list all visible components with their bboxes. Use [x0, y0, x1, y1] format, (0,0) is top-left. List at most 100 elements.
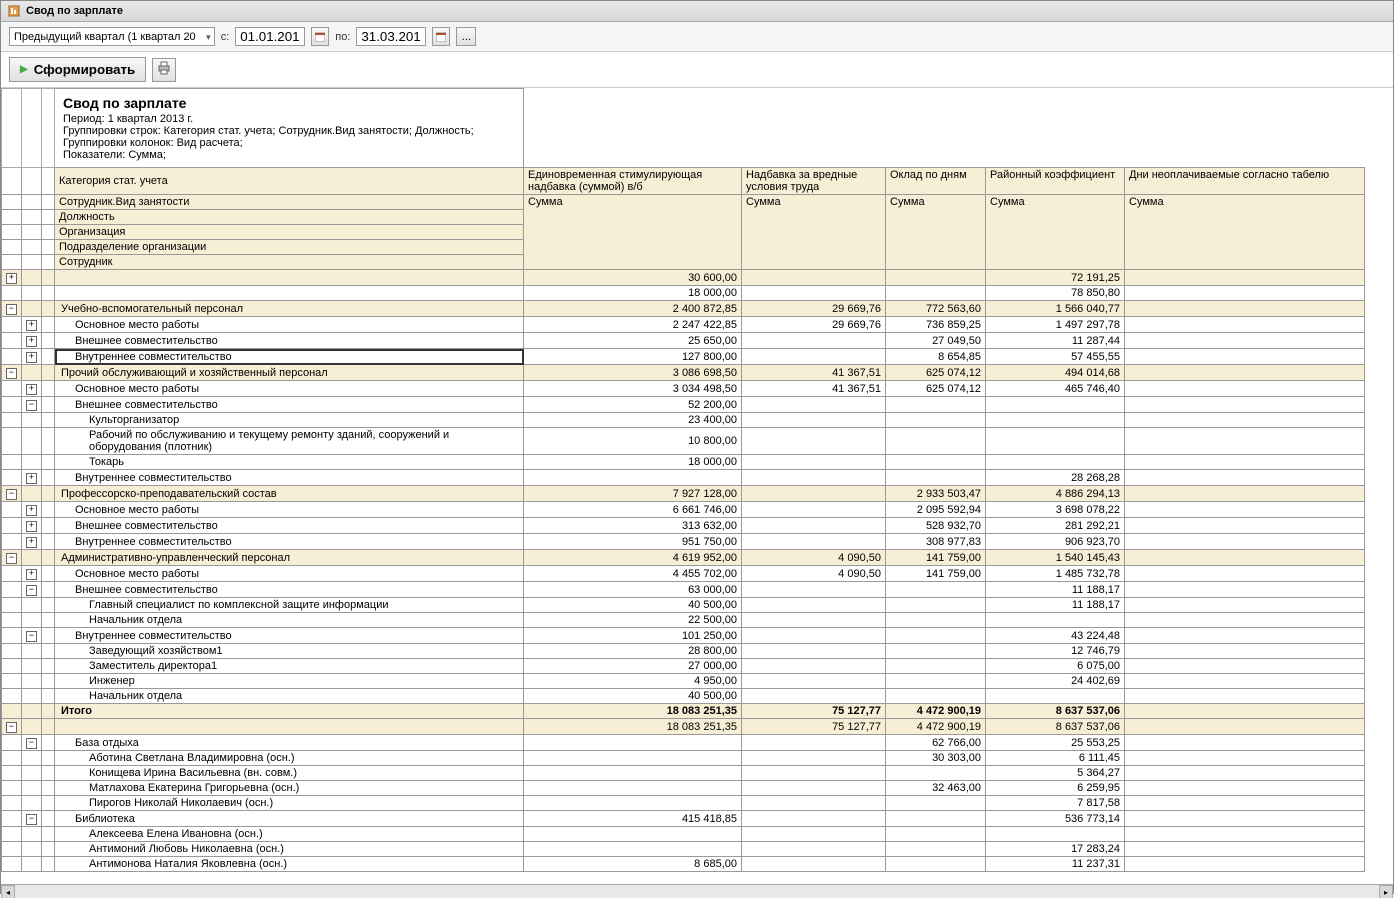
tree-toggle[interactable]: −: [22, 811, 42, 827]
tree-toggle[interactable]: +: [2, 270, 22, 286]
table-row[interactable]: −Прочий обслуживающий и хозяйственный пе…: [2, 365, 1365, 381]
tree-toggle: [42, 766, 55, 781]
cell-value: [1125, 397, 1365, 413]
cell-value: 415 418,85: [524, 811, 742, 827]
table-row[interactable]: Инженер4 950,0024 402,69: [2, 674, 1365, 689]
table-row[interactable]: Начальник отдела22 500,00: [2, 613, 1365, 628]
cell-value: 28 268,28: [986, 470, 1125, 486]
table-row[interactable]: Конищева Ирина Васильевна (вн. совм.)5 3…: [2, 766, 1365, 781]
table-row[interactable]: Пирогов Николай Николаевич (осн.)7 817,5…: [2, 796, 1365, 811]
tree-toggle[interactable]: +: [22, 333, 42, 349]
cell-value: 6 661 746,00: [524, 502, 742, 518]
cell-value: [886, 857, 986, 872]
table-row[interactable]: +Основное место работы6 661 746,002 095 …: [2, 502, 1365, 518]
table-row[interactable]: +Внутреннее совместительство951 750,0030…: [2, 534, 1365, 550]
table-row[interactable]: Антимонова Наталия Яковлевна (осн.)8 685…: [2, 857, 1365, 872]
cell-value: [886, 659, 986, 674]
tree-toggle[interactable]: +: [22, 566, 42, 582]
tree-toggle[interactable]: −: [2, 365, 22, 381]
table-row[interactable]: +30 600,0072 191,25: [2, 270, 1365, 286]
table-row[interactable]: − Административно-управленческий персонал…: [2, 550, 1365, 566]
tree-toggle: [2, 811, 22, 827]
tree-toggle[interactable]: −: [2, 301, 22, 317]
table-row[interactable]: Алексеева Елена Ивановна (осн.): [2, 827, 1365, 842]
date-from-picker-icon[interactable]: [311, 27, 329, 46]
cell-value: 7 927 128,00: [524, 486, 742, 502]
table-row[interactable]: Главный специалист по комплексной защите…: [2, 598, 1365, 613]
tree-toggle[interactable]: +: [22, 349, 42, 365]
cell-value: 40 500,00: [524, 689, 742, 704]
tree-toggle[interactable]: −: [22, 582, 42, 598]
tree-toggle[interactable]: −: [22, 735, 42, 751]
date-to-picker-icon[interactable]: [432, 27, 450, 46]
cell-value: [1125, 735, 1365, 751]
table-row[interactable]: +Основное место работы4 455 702,004 090,…: [2, 566, 1365, 582]
tree-toggle: [42, 628, 55, 644]
table-row[interactable]: Токарь18 000,00: [2, 455, 1365, 470]
table-row[interactable]: −Внешнее совместительство52 200,00: [2, 397, 1365, 413]
table-row[interactable]: +Основное место работы3 034 498,5041 367…: [2, 381, 1365, 397]
table-row[interactable]: Антимоний Любовь Николаевна (осн.)17 283…: [2, 842, 1365, 857]
more-period-button[interactable]: ...: [456, 27, 476, 46]
tree-toggle[interactable]: −: [2, 719, 22, 735]
table-row[interactable]: +Внутреннее совместительство127 800,008 …: [2, 349, 1365, 365]
tree-toggle: [42, 613, 55, 628]
table-row[interactable]: Заместитель директора127 000,006 075,00: [2, 659, 1365, 674]
table-row[interactable]: −Библиотека415 418,85536 773,14: [2, 811, 1365, 827]
table-row[interactable]: +Основное место работы2 247 422,8529 669…: [2, 317, 1365, 333]
tree-toggle: [42, 397, 55, 413]
table-row[interactable]: −База отдыха62 766,0025 553,25: [2, 735, 1365, 751]
tree-toggle[interactable]: +: [22, 518, 42, 534]
date-from-input[interactable]: [235, 27, 305, 46]
cell-value: 18 000,00: [524, 286, 742, 301]
horizontal-scrollbar[interactable]: ◂ ▸: [1, 884, 1393, 898]
table-row[interactable]: −Внутреннее совместительство101 250,0043…: [2, 628, 1365, 644]
tree-toggle[interactable]: +: [22, 470, 42, 486]
date-to-input[interactable]: [356, 27, 426, 46]
table-row[interactable]: −Внешнее совместительство63 000,0011 188…: [2, 582, 1365, 598]
cell-value: 2 933 503,47: [886, 486, 986, 502]
cell-value: 141 759,00: [886, 550, 986, 566]
tree-toggle[interactable]: −: [22, 628, 42, 644]
report-area[interactable]: Свод по зарплатеПериод: 1 квартал 2013 г…: [1, 88, 1393, 898]
cell-value: [1125, 857, 1365, 872]
table-row[interactable]: +Внешнее совместительство313 632,00528 9…: [2, 518, 1365, 534]
cell-value: 101 250,00: [524, 628, 742, 644]
tree-toggle[interactable]: +: [22, 317, 42, 333]
table-row[interactable]: Заведующий хозяйством128 800,0012 746,79: [2, 644, 1365, 659]
cell-value: [1125, 566, 1365, 582]
generate-button[interactable]: ▶ Сформировать: [9, 57, 146, 82]
table-row[interactable]: Матлахова Екатерина Григорьевна (осн.)32…: [2, 781, 1365, 796]
cell-value: [742, 470, 886, 486]
table-row[interactable]: 18 000,0078 850,80: [2, 286, 1365, 301]
table-row[interactable]: Рабочий по обслуживанию и текущему ремон…: [2, 428, 1365, 455]
table-row[interactable]: +Внутреннее совместительство28 268,28: [2, 470, 1365, 486]
row-label: Административно-управленческий персонал: [55, 550, 524, 566]
table-row[interactable]: Начальник отдела40 500,00: [2, 689, 1365, 704]
cell-value: 4 950,00: [524, 674, 742, 689]
scroll-left-icon[interactable]: ◂: [1, 885, 15, 898]
cell-value: [742, 811, 886, 827]
table-row[interactable]: −18 083 251,3575 127,774 472 900,198 637…: [2, 719, 1365, 735]
table-row[interactable]: Культорганизатор23 400,00: [2, 413, 1365, 428]
table-row[interactable]: −Учебно-вспомогательный персонал2 400 87…: [2, 301, 1365, 317]
tree-toggle[interactable]: +: [22, 502, 42, 518]
tree-toggle[interactable]: +: [22, 381, 42, 397]
tree-toggle: [42, 674, 55, 689]
row-label: Внешнее совместительство: [55, 333, 524, 349]
tree-toggle[interactable]: −: [2, 550, 22, 566]
table-row[interactable]: −Профессорско-преподавательский состав7 …: [2, 486, 1365, 502]
tree-toggle[interactable]: −: [2, 486, 22, 502]
period-dropdown[interactable]: Предыдущий квартал (1 квартал 20: [9, 27, 215, 46]
print-button[interactable]: [152, 58, 176, 82]
table-row[interactable]: +Внешнее совместительство25 650,0027 049…: [2, 333, 1365, 349]
scroll-right-icon[interactable]: ▸: [1379, 885, 1393, 898]
row-label: [55, 286, 524, 301]
tree-toggle[interactable]: −: [22, 397, 42, 413]
cell-value: 6 111,45: [986, 751, 1125, 766]
cell-value: 4 619 952,00: [524, 550, 742, 566]
tree-toggle[interactable]: +: [22, 534, 42, 550]
table-row[interactable]: Итого18 083 251,3575 127,774 472 900,198…: [2, 704, 1365, 719]
table-row[interactable]: Аботина Светлана Владимировна (осн.)30 3…: [2, 751, 1365, 766]
cell-value: 127 800,00: [524, 349, 742, 365]
